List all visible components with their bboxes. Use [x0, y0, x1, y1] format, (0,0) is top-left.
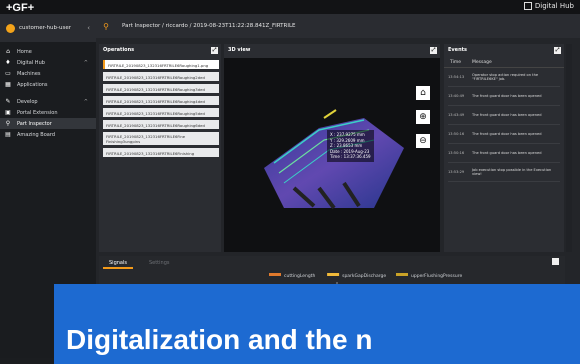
user-name: customer-hub-user	[19, 25, 71, 31]
operations-header: Operations ⤢	[99, 44, 221, 56]
list-item[interactable]: FIRTRILE_20190823_132316FRTRILE6Roughing…	[103, 60, 219, 69]
legend-swatch	[269, 273, 281, 276]
headline-text: Digitalization and the n	[66, 324, 373, 355]
coordinate-readout: X : 237.9275 mm Y : 329.2609 mm Z : 23.8…	[327, 130, 374, 162]
search-icon[interactable]: ⚲	[96, 22, 116, 31]
chevron-up-icon: ^	[83, 59, 88, 66]
search-icon: ⚲	[5, 120, 11, 127]
3d-scene[interactable]: X : 237.9275 mm Y : 329.2609 mm Z : 23.8…	[224, 58, 440, 252]
list-item[interactable]: FIRTRILE_20190823_132316FRTRILE6Roughing…	[103, 84, 219, 93]
expand-icon[interactable]: ⤢	[554, 46, 561, 54]
brand-logo: +GF+	[6, 2, 35, 14]
board-icon: ▤	[5, 131, 11, 138]
sidebar-item-develop[interactable]: ✎ Develop ^	[0, 96, 96, 107]
home-icon: ⌂	[6, 48, 10, 55]
sidebar-item-portal-extension[interactable]: ▣ Portal Extension	[0, 107, 96, 118]
sidebar-item-home[interactable]: ⌂ Home	[0, 46, 96, 57]
panel-title: Events	[448, 47, 467, 53]
3d-view-panel: 3D view ⤢ X: 237.9275 mm Y: 329.2609 m…	[224, 44, 440, 252]
scrollbar[interactable]	[566, 44, 572, 252]
list-item[interactable]: FIRTRILE_20190823_132316FRTRILE6Fine Fin…	[103, 132, 219, 145]
sidebar-item-amazing-board[interactable]: ▤ Amazing Board	[0, 129, 96, 140]
table-row[interactable]: 13:40:49 The front guard door has been op…	[448, 87, 560, 106]
expand-icon[interactable]	[552, 258, 559, 265]
legend-swatch	[396, 273, 408, 276]
chevron-left-icon[interactable]: ‹	[87, 24, 90, 32]
operations-list: FIRTRILE_20190823_132316FRTRILE6Roughing…	[103, 60, 219, 157]
signals-tabs: Signals Settings	[103, 258, 175, 269]
zoom-out-button[interactable]: ⊖	[416, 134, 430, 148]
events-table-header: Time Message	[444, 56, 564, 68]
list-item[interactable]: FIRTRILE_20190823_132316FRTRILE6Roughing…	[103, 120, 219, 129]
3d-view-header: 3D view ⤢	[224, 44, 440, 56]
list-item[interactable]: FIRTRILE_20190823_132316FRTRILE6Roughing…	[103, 108, 219, 117]
expand-icon[interactable]: ⤢	[211, 46, 218, 54]
table-row[interactable]: 13:50:16 The front guard door has been op…	[448, 125, 560, 144]
bell-icon: ♦	[5, 59, 11, 66]
panel-title: 3D view	[228, 47, 251, 53]
legend-swatch	[327, 273, 340, 276]
wrench-icon: ✎	[5, 98, 11, 105]
avatar	[6, 23, 15, 33]
list-item[interactable]: FIRTRILE_20190823_132316FRTRILE6Finishin…	[103, 148, 219, 157]
extension-icon: ▣	[5, 109, 11, 116]
table-row[interactable]: 13:54:13 Operator stop action required on…	[448, 68, 560, 87]
headline-banner: Digitalization and the n	[54, 284, 580, 364]
app-title: Digital Hub	[534, 2, 574, 10]
legend-label: sparkGapDischarge	[342, 273, 386, 279]
legend-label: upperFlushingPressure	[411, 273, 462, 279]
expand-icon[interactable]: ⤢	[430, 46, 437, 54]
sidebar-item-part-inspector[interactable]: ⚲ Part Inspector	[0, 118, 96, 129]
machine-icon: ▭	[5, 70, 11, 77]
top-bar: +GF+ Digital Hub	[0, 0, 580, 14]
digital-hub-title[interactable]: Digital Hub	[523, 2, 574, 10]
events-header: Events ⤢	[444, 44, 564, 56]
legend-label: cuttingLength	[284, 273, 315, 279]
panel-title: Operations	[103, 47, 135, 53]
list-item[interactable]: FIRTRILE_20190823_132316FRTRILE6Roughing…	[103, 96, 219, 105]
tab-signals[interactable]: Signals	[103, 258, 133, 269]
apps-icon: ▦	[5, 81, 11, 88]
breadcrumb: Part Inspector / riccardo / 2019-08-23T1…	[122, 23, 296, 29]
user-menu[interactable]: customer-hub-user ‹	[0, 14, 96, 42]
zoom-in-button[interactable]: ⊕	[416, 110, 430, 124]
events-panel: Events ⤢ Time Message 13:54:13 Operator s…	[444, 44, 564, 252]
app-window: +GF+ Digital Hub customer-hub-user ‹ ⌂ Ho…	[0, 0, 580, 364]
home-view-button[interactable]: ⌂	[416, 86, 430, 100]
sidebar-item-applications[interactable]: ▦ Applications	[0, 79, 96, 90]
list-item[interactable]: FIRTRILE_20190823_132316FRTRILE6Roughing…	[103, 72, 219, 81]
events-list: 13:54:13 Operator stop action required on…	[444, 68, 564, 182]
grid-icon	[523, 2, 532, 10]
chevron-up-icon: ^	[83, 98, 88, 105]
table-row[interactable]: 13:53:29 Job execution stop possible in t…	[448, 163, 560, 182]
operations-panel: Operations ⤢ FIRTRILE_20190823_132316FRT…	[99, 44, 221, 252]
sidebar-nav: ⌂ Home ♦ Digital Hub ^ ▭ Machines ▦ Applicati…	[0, 42, 96, 140]
table-row[interactable]: 13:50:16 The front guard door has been op…	[448, 144, 560, 163]
tab-settings[interactable]: Settings	[143, 258, 176, 269]
sidebar-item-digital-hub[interactable]: ♦ Digital Hub ^	[0, 57, 96, 68]
sidebar-item-machines[interactable]: ▭ Machines	[0, 68, 96, 79]
table-row[interactable]: 13:43:49 The front guard door has been op…	[448, 106, 560, 125]
page-header: ⚲ Part Inspector / riccardo / 2019-08-23…	[96, 14, 580, 38]
